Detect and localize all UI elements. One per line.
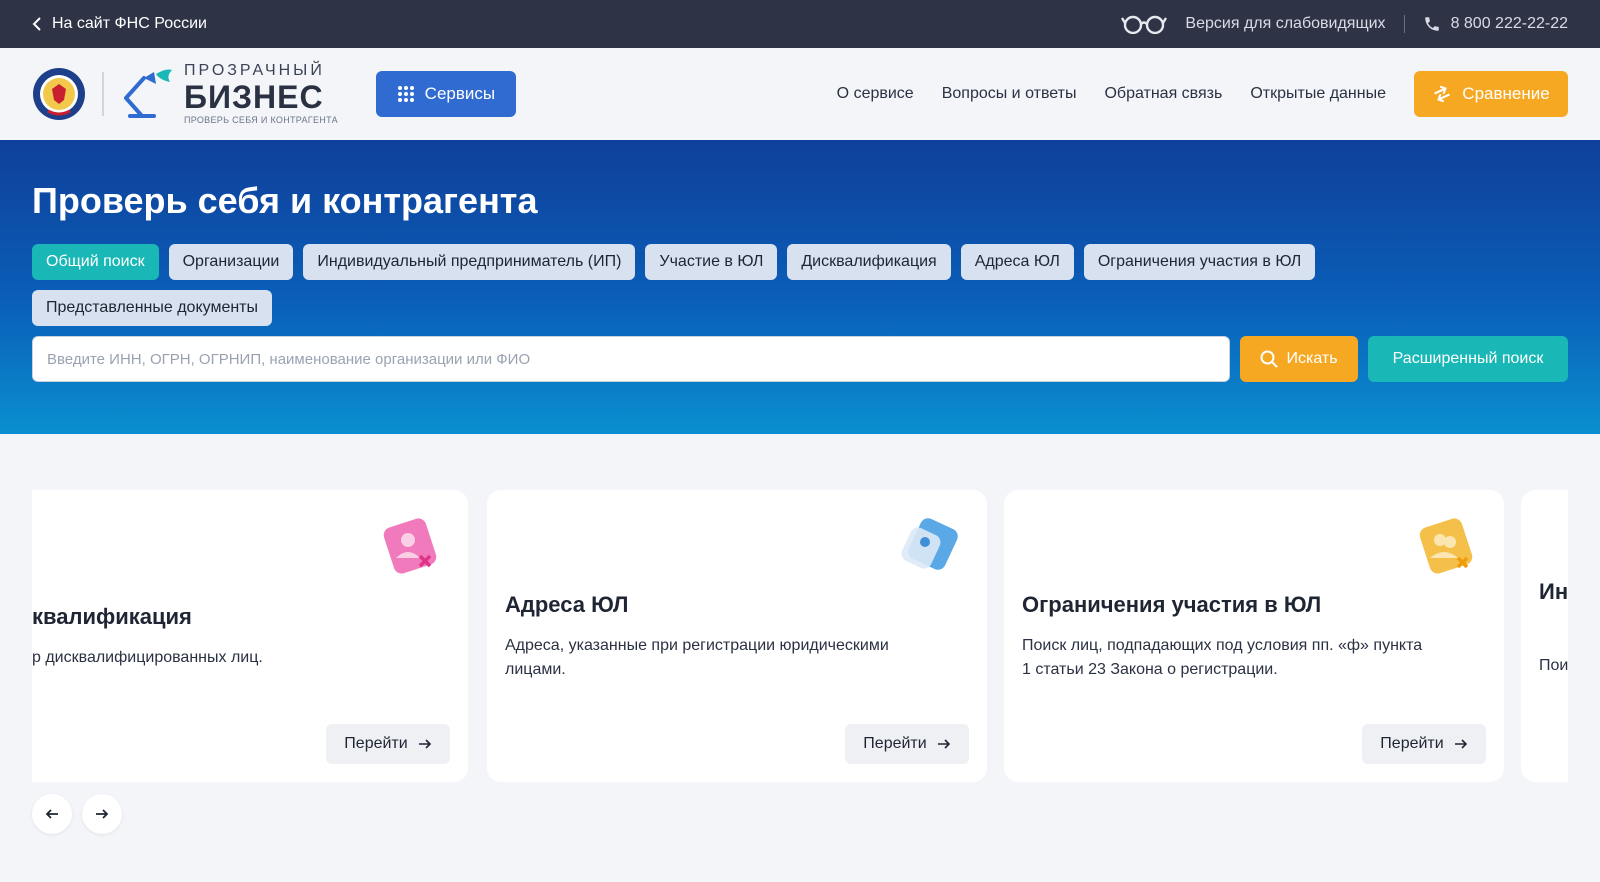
logo-divider (102, 72, 104, 116)
card-title: Адреса ЮЛ (505, 592, 629, 617)
search-button-label: Искать (1286, 350, 1338, 367)
tab-general-search[interactable]: Общий поиск (32, 244, 159, 280)
logo-area[interactable]: ПРОЗРАЧНЫЙ БИЗНЕС ПРОВЕРЬ СЕБЯ И КОНТРАГ… (32, 63, 338, 125)
search-row: Искать Расширенный поиск (32, 336, 1568, 382)
nav-about[interactable]: О сервисе (837, 85, 914, 103)
carousel-next-button[interactable] (82, 794, 122, 834)
arrow-right-icon (937, 739, 950, 749)
phone-icon (1424, 17, 1439, 31)
brand-logo: ПРОЗРАЧНЫЙ БИЗНЕС ПРОВЕРЬ СЕБЯ И КОНТРАГ… (120, 63, 338, 125)
arrow-right-icon (418, 739, 431, 749)
card-go-label: Перейти (344, 735, 408, 752)
services-carousel: квалификация р дисквалифицированных лиц.… (32, 490, 1568, 782)
card-description: Поиск лиц, подпадающих под условия пп. «… (1022, 637, 1423, 678)
carousel-prev-button[interactable] (32, 794, 72, 834)
card-title: Ин до (1539, 579, 1568, 604)
search-button[interactable]: Искать (1240, 336, 1358, 382)
topbar-divider (1403, 15, 1405, 33)
card-participation-restrictions[interactable]: Ограничения участия в ЮЛ Поиск лиц, подп… (1004, 490, 1504, 782)
carousel-controls (32, 794, 1568, 834)
card-description: Адреса, указанные при регистрации юридич… (505, 637, 889, 678)
hero-search: Проверь себя и контрагента Общий поиск О… (0, 140, 1600, 434)
services-label: Сервисы (424, 84, 496, 103)
advanced-search-button[interactable]: Расширенный поиск (1368, 336, 1568, 382)
users-x-icon (1419, 518, 1473, 574)
location-icon (901, 518, 958, 570)
nav-faq[interactable]: Вопросы и ответы (942, 85, 1077, 103)
brand-top: ПРОЗРАЧНЫЙ (184, 62, 325, 79)
brand-main: БИЗНЕС (184, 79, 324, 115)
nav-feedback[interactable]: Обратная связь (1104, 85, 1222, 103)
phone-link[interactable]: 8 800 222-22-22 (1423, 15, 1568, 33)
card-submitted-documents[interactable]: Ин до Пои пре (1521, 490, 1568, 782)
compare-arrows-icon (1434, 85, 1451, 103)
services-button[interactable]: Сервисы (375, 71, 516, 117)
grid-icon (397, 86, 414, 102)
card-go-button[interactable]: Перейти (326, 724, 450, 764)
compare-button[interactable]: Сравнение (1414, 71, 1568, 117)
search-tabs: Общий поиск Организации Индивидуальный п… (32, 244, 1392, 326)
arrow-right-icon (96, 809, 109, 819)
tab-addresses[interactable]: Адреса ЮЛ (960, 244, 1074, 280)
page-title: Проверь себя и контрагента (32, 180, 538, 221)
fns-emblem-icon (33, 68, 85, 120)
main-nav: О сервисе Вопросы и ответы Обратная связ… (837, 85, 1386, 103)
brand-sub: ПРОВЕРЬ СЕБЯ И КОНТРАГЕНТА (184, 115, 338, 125)
tab-participation[interactable]: Участие в ЮЛ (645, 244, 778, 280)
card-description: Пои пре (1539, 657, 1568, 674)
fns-site-link[interactable]: На сайт ФНС России (32, 15, 207, 33)
site-header: ПРОЗРАЧНЫЙ БИЗНЕС ПРОВЕРЬ СЕБЯ И КОНТРАГ… (0, 48, 1600, 140)
search-input[interactable] (32, 336, 1230, 382)
tab-participation-restrictions[interactable]: Ограничения участия в ЮЛ (1083, 244, 1316, 280)
card-title: Ограничения участия в ЮЛ (1022, 592, 1322, 617)
card-addresses[interactable]: Адреса ЮЛ Адреса, указанные при регистра… (487, 490, 987, 782)
card-go-label: Перейти (863, 735, 927, 752)
top-bar: На сайт ФНС России Версия для слабовидящ… (0, 0, 1600, 48)
nav-open-data[interactable]: Открытые данные (1250, 85, 1386, 103)
tab-organizations[interactable]: Организации (168, 244, 294, 280)
tab-disqualification[interactable]: Дисквалификация (787, 244, 951, 280)
card-go-button[interactable]: Перейти (845, 724, 969, 764)
topbar-right: Версия для слабовидящих 8 800 222-22-22 (1121, 14, 1568, 34)
search-icon (1260, 350, 1279, 368)
card-go-button[interactable]: Перейти (1362, 724, 1486, 764)
chevron-left-icon (32, 17, 41, 31)
user-x-icon (383, 518, 437, 574)
tab-individual-entrepreneur[interactable]: Индивидуальный предприниматель (ИП) (303, 244, 636, 280)
card-go-label: Перейти (1380, 735, 1444, 752)
low-vision-label: Версия для слабовидящих (1185, 15, 1386, 32)
fns-site-link-label: На сайт ФНС России (52, 15, 207, 32)
tab-submitted-documents[interactable]: Представленные документы (32, 290, 273, 326)
compare-label: Сравнение (1462, 84, 1550, 103)
card-description: р дисквалифицированных лиц. (32, 649, 263, 666)
arrow-left-icon (45, 809, 58, 819)
low-vision-link[interactable]: Версия для слабовидящих (1121, 14, 1386, 34)
arrow-right-icon (1454, 739, 1467, 749)
glasses-icon (1121, 15, 1168, 34)
card-disqualification[interactable]: квалификация р дисквалифицированных лиц.… (32, 490, 468, 782)
phone-number: 8 800 222-22-22 (1450, 15, 1568, 32)
lamp-icon (124, 69, 172, 118)
card-title: квалификация (32, 604, 192, 629)
